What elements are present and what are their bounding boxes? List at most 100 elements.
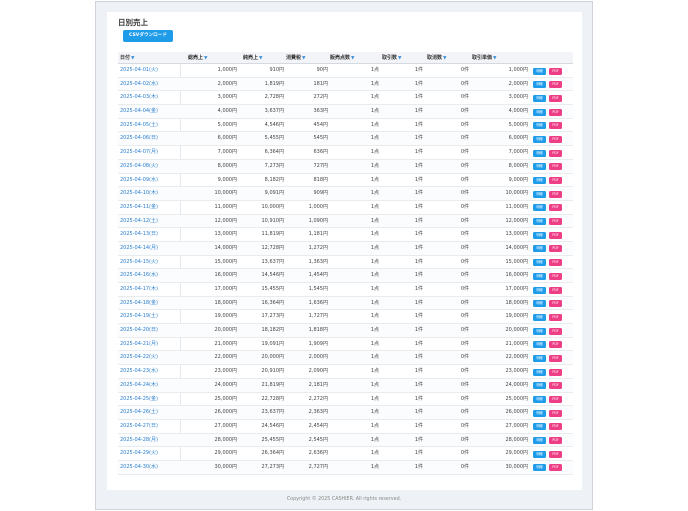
cell-date-link[interactable]: 2025-04-05(土) xyxy=(120,119,158,133)
cell-date-link[interactable]: 2025-04-21(月) xyxy=(120,338,158,352)
cell-date-link[interactable]: 2025-04-11(金) xyxy=(120,201,158,215)
pdf-button[interactable]: PDF xyxy=(549,354,562,362)
detail-button[interactable]: 明細 xyxy=(533,149,546,157)
cell-date-link[interactable]: 2025-04-28(月) xyxy=(120,434,158,448)
pdf-button[interactable]: PDF xyxy=(549,245,562,253)
detail-button[interactable]: 明細 xyxy=(533,81,546,89)
cell-date-link[interactable]: 2025-04-12(土) xyxy=(120,215,158,229)
pdf-button[interactable]: PDF xyxy=(549,149,562,157)
detail-button[interactable]: 明細 xyxy=(533,354,546,362)
column-header-transactions[interactable]: 取引数▼ xyxy=(382,52,401,64)
pdf-button[interactable]: PDF xyxy=(549,177,562,184)
cell-date-link[interactable]: 2025-04-26(土) xyxy=(120,406,158,420)
pdf-button[interactable]: PDF xyxy=(549,259,562,267)
pdf-button[interactable]: PDF xyxy=(549,94,562,102)
cell-date-link[interactable]: 2025-04-08(火) xyxy=(120,160,158,174)
cell-date-link[interactable]: 2025-04-25(金) xyxy=(120,393,158,407)
detail-button[interactable]: 明細 xyxy=(533,122,546,130)
detail-button[interactable]: 明細 xyxy=(533,259,546,267)
cell-date-link[interactable]: 2025-04-29(火) xyxy=(120,447,158,461)
detail-button[interactable]: 明細 xyxy=(533,464,546,472)
pdf-button[interactable]: PDF xyxy=(549,437,562,445)
column-header-tax[interactable]: 消費税▼ xyxy=(286,52,305,64)
pdf-button[interactable]: PDF xyxy=(549,450,562,458)
pdf-button[interactable]: PDF xyxy=(549,327,562,335)
cell-date-link[interactable]: 2025-04-03(木) xyxy=(120,91,158,105)
cell-date-link[interactable]: 2025-04-09(水) xyxy=(120,174,158,188)
detail-button[interactable]: 明細 xyxy=(533,272,546,280)
detail-button[interactable]: 明細 xyxy=(533,218,546,226)
detail-button[interactable]: 明細 xyxy=(533,382,546,390)
cell-date-link[interactable]: 2025-04-06(日) xyxy=(120,132,158,146)
pdf-button[interactable]: PDF xyxy=(549,382,562,390)
detail-button[interactable]: 明細 xyxy=(533,94,546,102)
pdf-button[interactable]: PDF xyxy=(549,300,562,308)
detail-button[interactable]: 明細 xyxy=(533,286,546,294)
detail-button[interactable]: 明細 xyxy=(533,231,546,239)
cell-date-link[interactable]: 2025-04-15(火) xyxy=(120,256,158,270)
cell-date-link[interactable]: 2025-04-04(金) xyxy=(120,105,158,119)
pdf-button[interactable]: PDF xyxy=(549,218,562,226)
cell-date-link[interactable]: 2025-04-02(水) xyxy=(120,78,158,92)
pdf-button[interactable]: PDF xyxy=(549,341,562,349)
pdf-button[interactable]: PDF xyxy=(549,163,562,171)
csv-download-button[interactable]: CSVダウンロード xyxy=(123,30,173,42)
column-header-date[interactable]: 日付▼ xyxy=(120,52,134,64)
cell-date-link[interactable]: 2025-04-18(金) xyxy=(120,297,158,311)
detail-button[interactable]: 明細 xyxy=(533,423,546,431)
pdf-button[interactable]: PDF xyxy=(549,67,562,75)
detail-button[interactable]: 明細 xyxy=(533,368,546,376)
detail-button[interactable]: 明細 xyxy=(533,437,546,445)
detail-button[interactable]: 明細 xyxy=(533,163,546,171)
detail-button[interactable]: 明細 xyxy=(533,313,546,321)
column-header-cancellations[interactable]: 取消数▼ xyxy=(427,52,446,64)
detail-button[interactable]: 明細 xyxy=(533,204,546,212)
pdf-button[interactable]: PDF xyxy=(549,190,562,198)
detail-button[interactable]: 明細 xyxy=(533,396,546,403)
pdf-button[interactable]: PDF xyxy=(549,423,562,431)
detail-button[interactable]: 明細 xyxy=(533,327,546,335)
pdf-button[interactable]: PDF xyxy=(549,122,562,130)
detail-button[interactable]: 明細 xyxy=(533,245,546,253)
cell-date-link[interactable]: 2025-04-20(日) xyxy=(120,324,158,338)
detail-button[interactable]: 明細 xyxy=(533,409,546,417)
detail-button[interactable]: 明細 xyxy=(533,108,546,116)
cell-date-link[interactable]: 2025-04-14(月) xyxy=(120,242,158,256)
cell-unit-price: 11,000円 xyxy=(505,203,529,210)
pdf-button[interactable]: PDF xyxy=(549,464,562,472)
cell-date-link[interactable]: 2025-04-23(水) xyxy=(120,365,158,379)
pdf-button[interactable]: PDF xyxy=(549,81,562,89)
cell-date-link[interactable]: 2025-04-27(日) xyxy=(120,420,158,434)
detail-button[interactable]: 明細 xyxy=(533,450,546,458)
pdf-button[interactable]: PDF xyxy=(549,231,562,239)
column-header-unit-price[interactable]: 取引単価▼ xyxy=(472,52,496,64)
pdf-button[interactable]: PDF xyxy=(549,396,562,403)
cell-date-link[interactable]: 2025-04-01(火) xyxy=(120,64,158,78)
pdf-button[interactable]: PDF xyxy=(549,204,562,212)
cell-date-link[interactable]: 2025-04-07(月) xyxy=(120,146,158,160)
detail-button[interactable]: 明細 xyxy=(533,67,546,75)
pdf-button[interactable]: PDF xyxy=(549,286,562,294)
detail-button[interactable]: 明細 xyxy=(533,341,546,349)
detail-button[interactable]: 明細 xyxy=(533,190,546,198)
cell-date-link[interactable]: 2025-04-22(火) xyxy=(120,351,158,365)
pdf-button[interactable]: PDF xyxy=(549,108,562,116)
pdf-button[interactable]: PDF xyxy=(549,409,562,417)
cell-date-link[interactable]: 2025-04-30(水) xyxy=(120,461,158,475)
detail-button[interactable]: 明細 xyxy=(533,135,546,143)
cell-date-link[interactable]: 2025-04-16(水) xyxy=(120,269,158,283)
column-header-net[interactable]: 純売上▼ xyxy=(243,52,262,64)
detail-button[interactable]: 明細 xyxy=(533,300,546,308)
pdf-button[interactable]: PDF xyxy=(549,135,562,143)
cell-date-link[interactable]: 2025-04-19(土) xyxy=(120,310,158,324)
column-header-items[interactable]: 販売点数▼ xyxy=(330,52,354,64)
cell-date-link[interactable]: 2025-04-24(木) xyxy=(120,379,158,393)
pdf-button[interactable]: PDF xyxy=(549,368,562,376)
cell-date-link[interactable]: 2025-04-17(木) xyxy=(120,283,158,297)
cell-date-link[interactable]: 2025-04-10(木) xyxy=(120,187,158,201)
pdf-button[interactable]: PDF xyxy=(549,313,562,321)
column-header-total[interactable]: 総売上▼ xyxy=(188,52,207,64)
pdf-button[interactable]: PDF xyxy=(549,272,562,280)
detail-button[interactable]: 明細 xyxy=(533,177,546,184)
cell-date-link[interactable]: 2025-04-13(日) xyxy=(120,228,158,242)
